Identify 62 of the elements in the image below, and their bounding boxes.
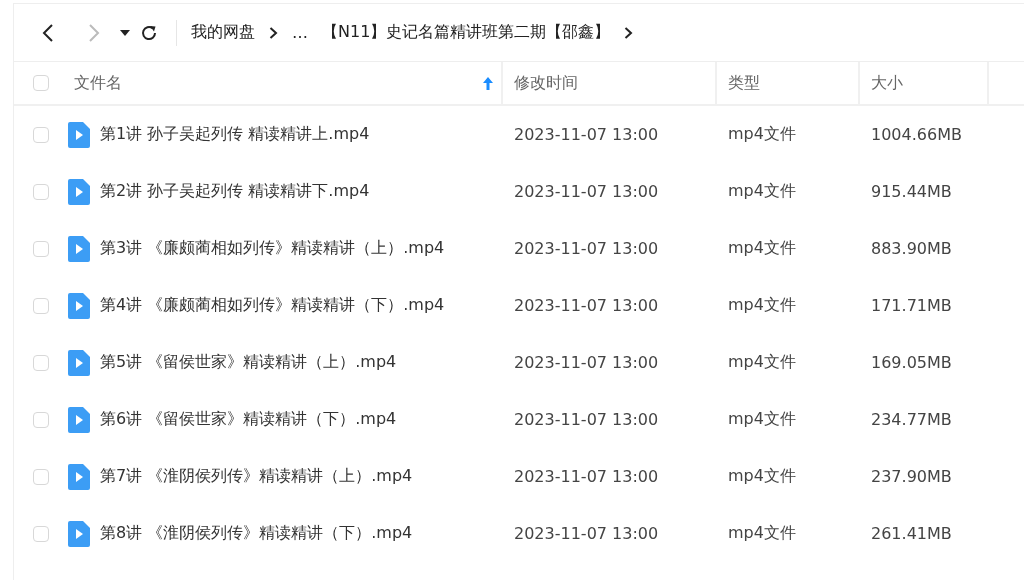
file-type: mp4文件: [728, 409, 796, 430]
dropdown-caret-icon[interactable]: [120, 28, 130, 37]
column-header[interactable]: 类型: [728, 72, 760, 94]
column-header[interactable]: 大小: [871, 72, 903, 94]
video-file-icon: [68, 349, 90, 376]
video-file-icon: [68, 463, 90, 490]
file-size: 883.90MB: [871, 239, 952, 258]
video-file-icon: [68, 178, 90, 205]
breadcrumb-item[interactable]: …: [292, 23, 308, 42]
file-type: mp4文件: [728, 523, 796, 544]
row-checkbox[interactable]: [33, 297, 49, 314]
modified-time: 2023-11-07 13:00: [514, 410, 659, 429]
file-type: mp4文件: [728, 466, 796, 487]
file-type: mp4文件: [728, 181, 796, 202]
breadcrumb-item[interactable]: 【N11】史记名篇精讲班第二期【邵鑫】: [322, 22, 611, 43]
row-checkbox[interactable]: [33, 411, 49, 428]
file-type: mp4文件: [728, 124, 796, 145]
video-file-icon: [68, 292, 90, 319]
file-size: 169.05MB: [871, 353, 952, 372]
chevron-right-icon: [624, 25, 634, 40]
select-all-checkbox[interactable]: [33, 75, 49, 91]
modified-time: 2023-11-07 13:00: [514, 467, 659, 486]
refresh-icon[interactable]: [140, 23, 158, 42]
row-checkbox[interactable]: [33, 240, 49, 257]
file-name[interactable]: 第2讲 孙子吴起列传 精读精讲下.mp4: [100, 181, 370, 202]
file-name[interactable]: 第5讲 《留侯世家》精读精讲（上）.mp4: [100, 352, 397, 373]
modified-time: 2023-11-07 13:00: [514, 239, 659, 258]
back-icon[interactable]: [40, 22, 56, 43]
modified-time: 2023-11-07 13:00: [514, 182, 659, 201]
file-size: 237.90MB: [871, 467, 952, 486]
file-type: mp4文件: [728, 295, 796, 316]
chevron-right-icon: [269, 25, 278, 40]
row-checkbox[interactable]: [33, 126, 49, 143]
video-file-icon: [68, 520, 90, 547]
file-size: 261.41MB: [871, 524, 952, 543]
row-checkbox[interactable]: [33, 525, 49, 542]
modified-time: 2023-11-07 13:00: [514, 125, 659, 144]
file-type: mp4文件: [728, 238, 796, 259]
file-name[interactable]: 第4讲 《廉颇蔺相如列传》精读精讲（下）.mp4: [100, 295, 445, 316]
video-file-icon: [68, 235, 90, 262]
file-name[interactable]: 第3讲 《廉颇蔺相如列传》精读精讲（上）.mp4: [100, 238, 445, 259]
column-header[interactable]: 文件名: [74, 72, 122, 94]
file-name[interactable]: 第8讲 《淮阴侯列传》精读精讲（下）.mp4: [100, 523, 413, 544]
file-name[interactable]: 第1讲 孙子吴起列传 精读精讲上.mp4: [100, 124, 370, 145]
file-name[interactable]: 第7讲 《淮阴侯列传》精读精讲（上）.mp4: [100, 466, 413, 487]
sort-arrow-icon[interactable]: [483, 76, 493, 90]
modified-time: 2023-11-07 13:00: [514, 353, 659, 372]
file-name[interactable]: 第6讲 《留侯世家》精读精讲（下）.mp4: [100, 409, 397, 430]
file-size: 171.71MB: [871, 296, 952, 315]
breadcrumb-item[interactable]: 我的网盘: [191, 22, 255, 43]
modified-time: 2023-11-07 13:00: [514, 524, 659, 543]
file-size: 915.44MB: [871, 182, 952, 201]
video-file-icon: [68, 121, 90, 148]
file-size: 234.77MB: [871, 410, 952, 429]
file-type: mp4文件: [728, 352, 796, 373]
column-header[interactable]: 修改时间: [514, 72, 578, 94]
row-checkbox[interactable]: [33, 354, 49, 371]
video-file-icon: [68, 406, 90, 433]
row-checkbox[interactable]: [33, 183, 49, 200]
file-size: 1004.66MB: [871, 125, 962, 144]
modified-time: 2023-11-07 13:00: [514, 296, 659, 315]
row-checkbox[interactable]: [33, 468, 49, 485]
